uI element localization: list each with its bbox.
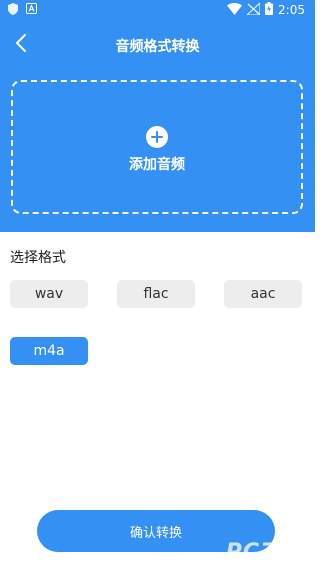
no-signal-icon — [245, 1, 261, 18]
shield-icon — [8, 2, 18, 18]
battery-charging-icon — [265, 2, 274, 18]
wifi-icon — [227, 2, 243, 18]
page-title: 音频格式转换 — [115, 39, 200, 55]
format-heading: 选择格式 — [10, 250, 66, 266]
format-option-flac[interactable]: flac — [117, 280, 195, 308]
add-audio-area[interactable]: 添加音频 — [11, 80, 303, 214]
plus-circle-icon — [146, 126, 168, 148]
title-bar: 音频格式转换 — [0, 28, 315, 62]
add-audio-label: 添加音频 — [129, 157, 185, 173]
status-bar: 2:05 — [0, 0, 315, 20]
watermark-logo: PC768 — [225, 540, 309, 565]
format-option-aac[interactable]: aac — [224, 280, 302, 308]
status-time: 2:05 — [278, 3, 305, 17]
format-option-m4a[interactable]: m4a — [10, 337, 88, 365]
a-badge-icon — [26, 3, 37, 17]
status-left — [8, 2, 37, 18]
status-right: 2:05 — [227, 1, 305, 18]
format-option-wav[interactable]: wav — [10, 280, 88, 308]
